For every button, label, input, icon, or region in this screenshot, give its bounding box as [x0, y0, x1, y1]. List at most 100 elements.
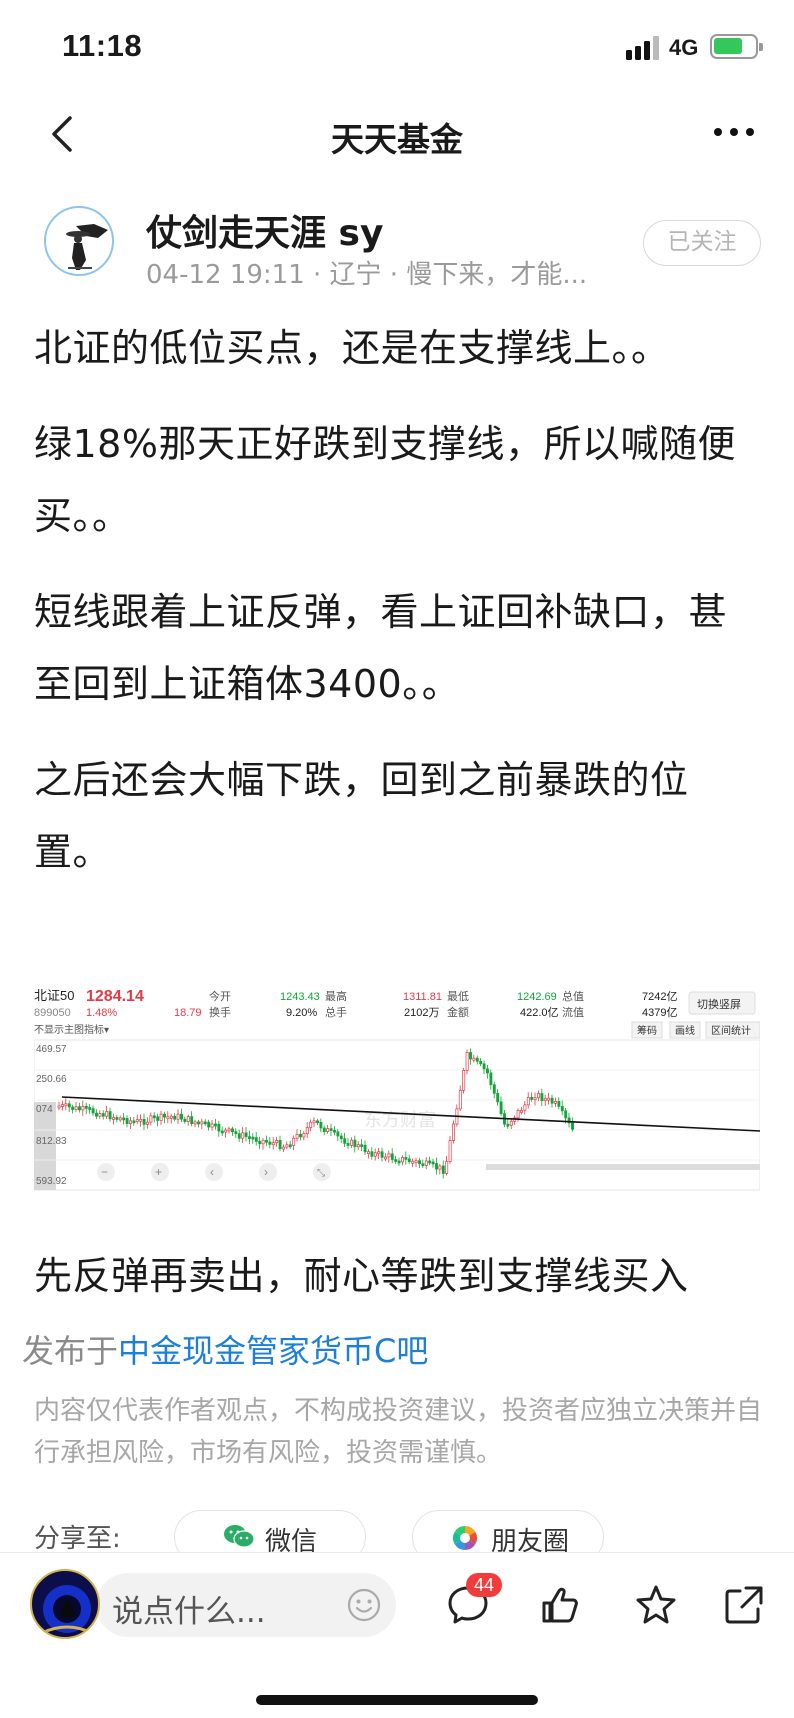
candle-body	[418, 1160, 421, 1165]
candle-body	[200, 1121, 204, 1125]
chart-label: 最低	[447, 990, 469, 1003]
candle-body	[156, 1116, 160, 1121]
my-avatar[interactable]	[30, 1569, 100, 1639]
candle-body	[421, 1163, 425, 1167]
comment-count-badge: 44	[466, 1573, 502, 1597]
candle-body	[492, 1084, 496, 1094]
candle-body	[98, 1113, 102, 1117]
chart-value: 4379亿	[642, 1006, 677, 1019]
candle-body	[210, 1123, 214, 1128]
like-icon[interactable]	[538, 1583, 582, 1627]
y-tick: 074	[36, 1104, 53, 1115]
candle-body	[469, 1052, 472, 1060]
candle-body	[271, 1142, 275, 1146]
candle-body	[61, 1104, 64, 1107]
candle-body	[516, 1110, 520, 1119]
chart-value: 1242.69	[517, 991, 557, 1003]
candle-body	[166, 1116, 170, 1120]
candle-body	[81, 1106, 85, 1111]
signal-icon	[626, 36, 660, 60]
candle-body	[499, 1101, 503, 1115]
candle-body	[384, 1156, 387, 1160]
author-name[interactable]: 仗剑走天涯 sy	[146, 204, 383, 256]
candle-body	[112, 1117, 115, 1120]
candle-body	[448, 1140, 452, 1162]
chart-value: 1311.81	[403, 991, 442, 1003]
more-icon[interactable]	[712, 126, 756, 140]
swordsman-avatar-icon	[66, 224, 108, 270]
chart-price: 1284.14	[86, 988, 144, 1005]
candle-body	[302, 1133, 306, 1138]
share-icon[interactable]	[722, 1583, 766, 1627]
candle-body	[550, 1097, 554, 1104]
comment-input[interactable]: 说点什么...	[96, 1573, 396, 1637]
y-tick: 593.92	[36, 1176, 67, 1187]
stock-chart-image[interactable]: 北证50 1284.14 今开 1243.43 最高 1311.81 最低 12…	[34, 984, 760, 1194]
candle-body	[370, 1151, 374, 1157]
candle-body	[159, 1113, 163, 1121]
author-avatar[interactable]	[44, 206, 114, 276]
candle-body	[560, 1106, 564, 1112]
candle-body	[523, 1104, 527, 1111]
chart-label: 今开	[209, 989, 231, 1003]
candle-body	[173, 1115, 177, 1120]
candle-body	[125, 1118, 129, 1124]
candle-body	[285, 1144, 289, 1148]
tool-chip[interactable]: 画线	[675, 1024, 695, 1037]
candle-body	[95, 1112, 98, 1117]
candle-body	[71, 1106, 75, 1110]
svg-text:‹: ‹	[210, 1165, 214, 1179]
forum-link[interactable]: 中金现金管家货币C吧	[118, 1332, 428, 1370]
candle-body	[509, 1120, 513, 1126]
candle-body	[428, 1160, 432, 1164]
candle-body	[186, 1116, 190, 1122]
bottom-action-bar: 说点什么... 44	[0, 1552, 794, 1718]
candle-body	[254, 1137, 258, 1142]
candle-body	[149, 1115, 153, 1123]
candle-body	[336, 1131, 340, 1137]
tool-chip[interactable]: 区间统计	[711, 1024, 751, 1037]
candle-body	[343, 1138, 347, 1144]
candle-body	[346, 1143, 350, 1146]
follow-button[interactable]: 已关注	[643, 220, 761, 266]
post-paragraph: 短线跟着上证反弹，看上证回补缺口，甚至回到上证箱体3400。。	[34, 590, 728, 706]
candle-body	[458, 1089, 462, 1110]
candle-body	[67, 1103, 71, 1108]
candle-body	[356, 1144, 360, 1148]
candle-body	[217, 1123, 221, 1132]
candle-body	[292, 1137, 296, 1146]
indicator-toggle[interactable]: 不显示主图指标▾	[34, 1023, 109, 1036]
wechat-icon	[224, 1525, 255, 1548]
candle-body	[435, 1163, 438, 1170]
tool-chip[interactable]: 筹码	[637, 1024, 657, 1037]
candle-body	[101, 1113, 105, 1117]
candle-body	[244, 1132, 248, 1137]
candle-body	[163, 1113, 166, 1118]
candle-body	[139, 1118, 143, 1122]
emoji-icon[interactable]	[346, 1587, 382, 1623]
candle-body	[462, 1070, 466, 1091]
moments-icon	[452, 1526, 478, 1550]
svg-text:−: −	[101, 1165, 108, 1179]
favorite-icon[interactable]	[634, 1583, 678, 1627]
candle-body	[482, 1063, 486, 1070]
chart-label: 最高	[325, 989, 347, 1003]
chart-value: 1243.43	[280, 991, 320, 1003]
candle-body	[506, 1123, 510, 1127]
candle-body	[543, 1098, 547, 1101]
candle-body	[183, 1118, 187, 1122]
chart-label: 总手	[325, 1005, 347, 1019]
network-label: 4G	[669, 35, 699, 60]
candle-body	[533, 1097, 537, 1101]
candle-body	[401, 1157, 404, 1163]
candle-body	[105, 1111, 109, 1117]
chart-code: 899050	[34, 1007, 71, 1019]
candle-body	[319, 1121, 323, 1129]
candle-body	[237, 1133, 241, 1139]
candle-body	[414, 1160, 418, 1164]
candle-body	[350, 1139, 353, 1146]
post-closing-line: 先反弹再卖出，耐心等跌到支撑线买入	[34, 1254, 689, 1298]
publish-info: 发布于中金现金管家货币C吧	[22, 1326, 428, 1372]
nav-bar: 天天基金	[0, 96, 794, 176]
candle-body	[397, 1160, 401, 1164]
